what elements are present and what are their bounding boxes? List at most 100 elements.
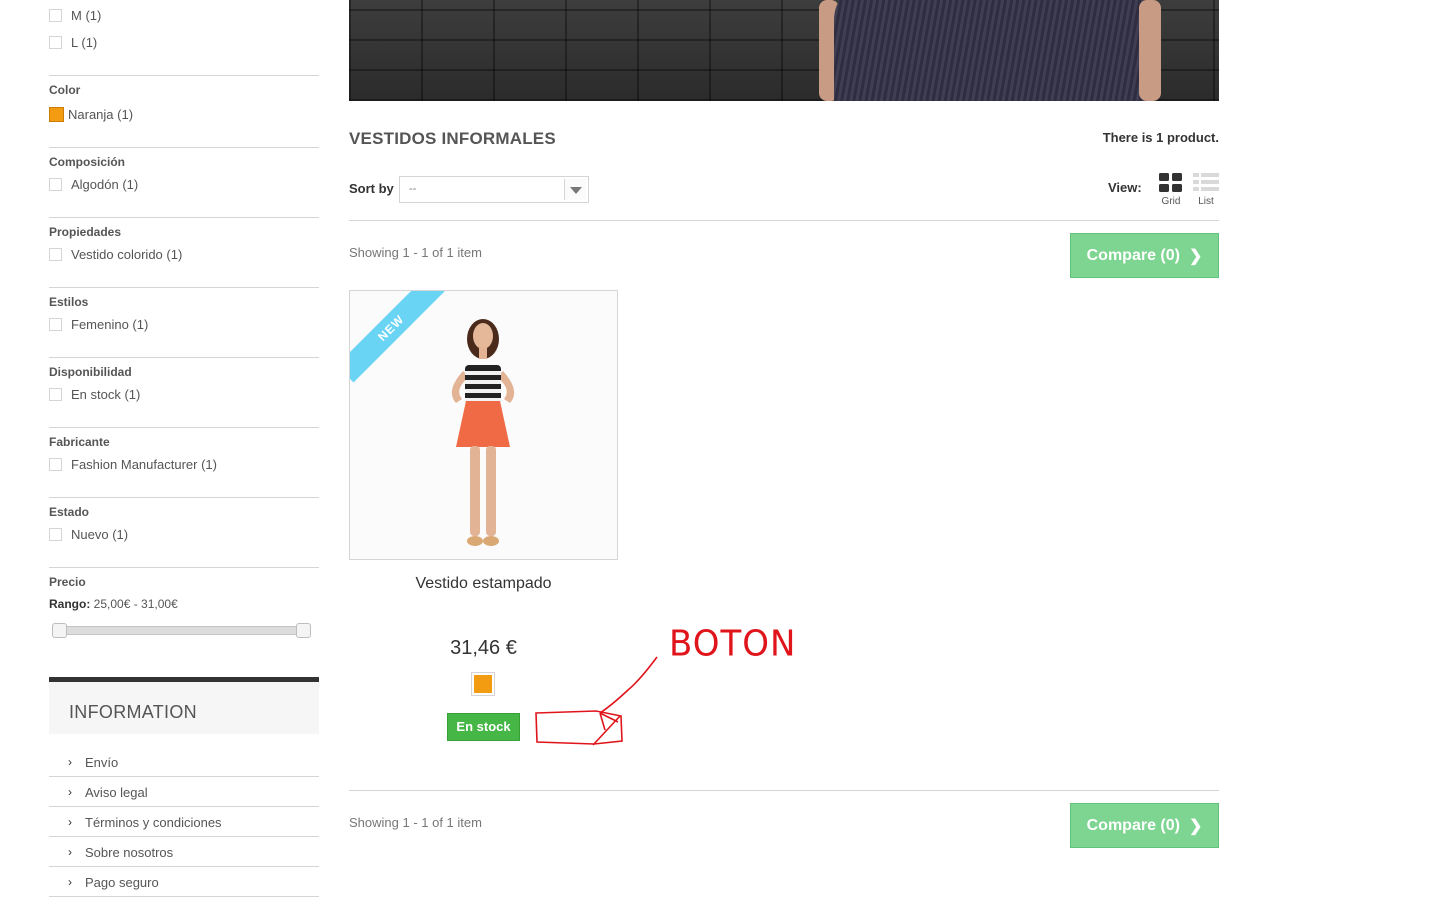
chevron-right-icon: ❯ [1188, 817, 1203, 835]
pagination-showing: Showing 1 - 1 of 1 item [349, 245, 482, 260]
divider [49, 567, 319, 568]
annotation-arrow-head [599, 712, 619, 731]
compare-button-label: Compare (0) [1086, 816, 1180, 834]
filter-option-label: Nuevo (1) [71, 527, 129, 542]
chevron-right-icon: › [68, 845, 72, 859]
filter-option-label: Naranja (1) [68, 107, 134, 122]
filter-title-estilos: Estilos [49, 295, 89, 309]
annotation-arrow [599, 656, 658, 714]
compare-button-label: Compare (0) [1086, 246, 1180, 264]
info-link-pago-seguro[interactable]: › Pago seguro [49, 867, 319, 897]
filter-estado-nuevo[interactable]: Nuevo (1) [49, 527, 128, 542]
divider [349, 220, 1219, 221]
annotation-label: BOTON [669, 623, 797, 665]
grid-icon [1159, 173, 1182, 192]
information-title: INFORMATION [69, 702, 197, 722]
filter-title-disponibilidad: Disponibilidad [49, 365, 132, 379]
info-link-aviso-legal[interactable]: › Aviso legal [49, 777, 319, 807]
price-slider-track[interactable] [54, 626, 308, 635]
price-slider-max-handle[interactable] [296, 623, 311, 638]
sort-select[interactable]: -- [399, 176, 589, 203]
info-link-terminos[interactable]: › Términos y condiciones [49, 807, 319, 837]
chevron-down-icon[interactable] [564, 179, 586, 200]
availability-badge: En stock [447, 713, 520, 741]
divider [49, 147, 319, 148]
filter-disponibilidad-stock[interactable]: En stock (1) [49, 387, 140, 402]
view-list-button[interactable]: List [1192, 173, 1220, 207]
filter-title-propiedades: Propiedades [49, 225, 122, 239]
pagination-showing-bottom: Showing 1 - 1 of 1 item [349, 815, 482, 830]
price-slider-min-handle[interactable] [52, 623, 67, 638]
annotation-box [535, 710, 623, 745]
divider [49, 217, 319, 218]
chevron-right-icon: › [68, 785, 72, 799]
filter-option-label: Algodón (1) [71, 177, 139, 192]
filter-option-label: M (1) [71, 8, 102, 23]
divider [49, 357, 319, 358]
category-title: VESTIDOS INFORMALES [349, 129, 556, 148]
sort-label: Sort by [349, 181, 394, 196]
product-name-link[interactable]: Vestido estampado [349, 575, 618, 593]
divider [49, 427, 319, 428]
chevron-right-icon: › [68, 755, 72, 769]
category-banner-image [349, 0, 1219, 101]
banner-figure-arm [1139, 0, 1161, 101]
checkbox[interactable] [49, 36, 62, 49]
filter-title-composicion: Composición [49, 155, 126, 169]
chevron-right-icon: › [68, 875, 72, 889]
checkbox[interactable] [49, 318, 62, 331]
view-label: View: [1108, 180, 1142, 195]
view-list-label: List [1198, 196, 1214, 207]
list-icon [1193, 173, 1219, 191]
chevron-right-icon: › [68, 815, 72, 829]
info-link-label: Términos y condiciones [85, 815, 222, 830]
divider [49, 75, 319, 76]
checkbox[interactable] [49, 388, 62, 401]
info-link-label: Pago seguro [85, 875, 159, 890]
filter-title-color: Color [49, 83, 81, 97]
filter-title-fabricante: Fabricante [49, 435, 110, 449]
info-link-envio[interactable]: › Envío [49, 747, 319, 777]
information-block: INFORMATION [49, 677, 319, 734]
checkbox[interactable] [49, 528, 62, 541]
swatch-fill [474, 675, 492, 693]
range-value: 25,00€ - 31,00€ [93, 597, 178, 611]
product-color-swatch[interactable] [471, 672, 495, 696]
color-swatch[interactable] [49, 107, 64, 122]
checkbox[interactable] [49, 178, 62, 191]
info-link-label: Envío [85, 755, 119, 770]
compare-button[interactable]: Compare (0) ❯ [1070, 233, 1219, 278]
filter-title-estado: Estado [49, 505, 90, 519]
filter-fabricante-fashion[interactable]: Fashion Manufacturer (1) [49, 457, 217, 472]
filter-composicion-algodon[interactable]: Algodón (1) [49, 177, 138, 192]
compare-button-bottom[interactable]: Compare (0) ❯ [1070, 803, 1219, 848]
checkbox[interactable] [49, 248, 62, 261]
info-link-label: Sobre nosotros [85, 845, 174, 860]
banner-figure-dress [834, 0, 1149, 101]
filter-propiedades-colorido[interactable]: Vestido colorido (1) [49, 247, 182, 262]
view-grid-label: Grid [1161, 196, 1181, 207]
filter-option-label: Fashion Manufacturer (1) [71, 457, 217, 472]
filter-size-l[interactable]: L (1) [49, 35, 97, 50]
info-link-label: Aviso legal [85, 785, 148, 800]
divider [349, 790, 1219, 791]
divider [49, 497, 319, 498]
divider [49, 287, 319, 288]
info-link-sobre-nosotros[interactable]: › Sobre nosotros [49, 837, 319, 867]
price-range-label: Rango: 25,00€ - 31,00€ [49, 597, 178, 611]
product-price: 31,46 € [450, 637, 517, 659]
product-image-link[interactable]: NEW [349, 290, 618, 560]
filter-estilos-femenino[interactable]: Femenino (1) [49, 317, 148, 332]
view-grid-button[interactable]: Grid [1157, 173, 1185, 207]
filter-title-precio: Precio [49, 575, 86, 589]
filter-size-m[interactable]: M (1) [49, 8, 101, 23]
filter-option-label: En stock (1) [71, 387, 141, 402]
filter-option-label: L (1) [71, 35, 98, 50]
range-label: Rango: [49, 597, 91, 611]
checkbox[interactable] [49, 9, 62, 22]
sort-select-value: -- [409, 183, 417, 195]
filter-color-naranja[interactable]: Naranja (1) [49, 107, 133, 122]
checkbox[interactable] [49, 458, 62, 471]
filter-option-label: Vestido colorido (1) [71, 247, 183, 262]
annotation-stroke [592, 715, 621, 746]
